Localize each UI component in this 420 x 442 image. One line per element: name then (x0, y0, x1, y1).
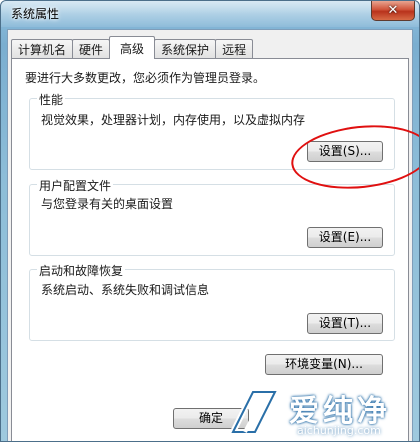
startup-recovery-title: 启动和故障恢复 (37, 262, 126, 279)
tab-system-protection[interactable]: 系统保护 (154, 39, 217, 59)
performance-description: 视觉效果，处理器计划，内存使用，以及虚拟内存 (41, 113, 306, 127)
close-button[interactable]: ✕ (371, 1, 415, 21)
watermark: 爱纯净 aichunjing.com (223, 384, 419, 441)
tab-computer-name[interactable]: 计算机名 (11, 39, 74, 59)
admin-notice: 要进行大多数更改，您必须作为管理员登录。 (25, 71, 266, 85)
watermark-logo-icon (228, 389, 280, 435)
system-properties-window: 系统属性 ✕ 计算机名 硬件 高级 系统保护 远程 要进行大多数更改，您必须作为… (0, 0, 420, 442)
close-icon: ✕ (387, 3, 399, 18)
tab-advanced[interactable]: 高级 (109, 36, 156, 59)
user-profiles-title: 用户配置文件 (37, 177, 114, 194)
tab-remote[interactable]: 远程 (215, 39, 254, 59)
tab-hardware[interactable]: 硬件 (72, 39, 111, 59)
user-profiles-description: 与您登录有关的桌面设置 (41, 197, 174, 211)
window-title: 系统属性 (11, 7, 60, 21)
watermark-url: aichunjing.com (297, 424, 381, 437)
tab-strip: 计算机名 硬件 高级 系统保护 远程 (11, 36, 254, 59)
performance-title: 性能 (37, 91, 66, 108)
startup-recovery-description: 系统启动、系统失败和调试信息 (41, 283, 210, 297)
environment-variables-button[interactable]: 环境变量(N)... (265, 354, 383, 375)
user-profiles-settings-button[interactable]: 设置(E)... (307, 227, 383, 248)
startup-recovery-settings-button[interactable]: 设置(T)... (307, 313, 383, 334)
